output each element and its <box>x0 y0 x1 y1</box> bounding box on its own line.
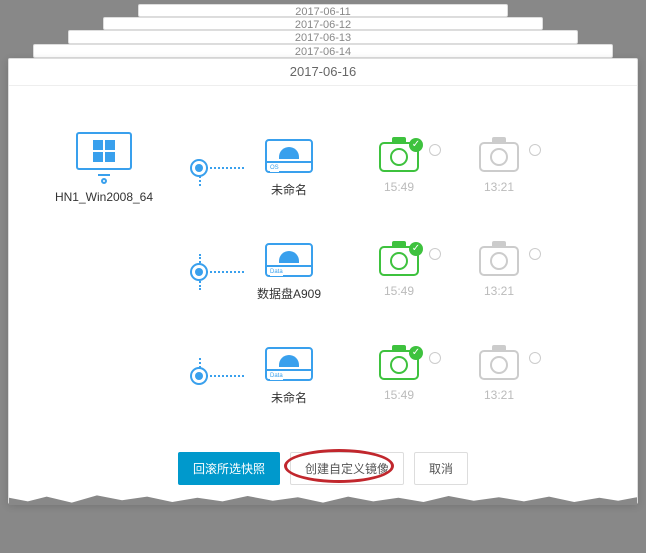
disk-row: Data 未命名 ✓ 15:49 13:21 <box>39 324 607 428</box>
stacked-date-card[interactable]: 2017-06-13 <box>68 30 578 44</box>
disk-icon: Data <box>265 243 313 277</box>
snapshot-radio[interactable] <box>529 352 541 364</box>
stacked-date-card[interactable]: 2017-06-11 <box>138 4 508 17</box>
disk-name-label: 未命名 <box>229 181 349 198</box>
snapshot-time-label: 13:21 <box>449 284 549 298</box>
create-image-button[interactable]: 创建自定义镜像 <box>290 452 404 485</box>
main-date-label: 2017-06-16 <box>9 59 637 86</box>
stacked-date-card[interactable]: 2017-06-12 <box>103 17 543 30</box>
snapshot-radio[interactable] <box>429 248 441 260</box>
stacked-date-label: 2017-06-13 <box>295 32 351 44</box>
stacked-date-label: 2017-06-14 <box>295 46 351 58</box>
snapshot-camera-icon[interactable] <box>479 142 519 172</box>
connector-horizontal-line <box>206 375 244 377</box>
rollback-button[interactable]: 回滚所选快照 <box>178 452 280 485</box>
monitor-stand-icon <box>98 174 110 176</box>
monitor-base-icon <box>101 178 107 184</box>
disk-row: HN1_Win2008_64 OS 未命名 ✓ 15:49 <box>39 116 607 220</box>
disk-tag-label: Data <box>270 269 283 276</box>
connector-horizontal-line <box>206 167 244 169</box>
disk-row: Data 数据盘A909 ✓ 15:49 13:21 <box>39 220 607 324</box>
node-dot-icon <box>190 263 208 281</box>
disk-icon: Data <box>265 347 313 381</box>
snapshot-camera-icon[interactable] <box>479 246 519 276</box>
connector-horizontal-line <box>206 271 244 273</box>
snapshot-radio[interactable] <box>529 144 541 156</box>
disk-icon: OS <box>265 139 313 173</box>
snapshot-time-label: 15:49 <box>349 180 449 194</box>
disk-tag-label: OS <box>270 165 279 172</box>
snapshot-radio[interactable] <box>529 248 541 260</box>
node-dot-icon <box>190 367 208 385</box>
disk-name-label: 数据盘A909 <box>229 285 349 302</box>
stacked-date-card[interactable]: 2017-06-14 <box>33 44 613 58</box>
snapshot-camera-icon[interactable]: ✓ <box>379 246 419 276</box>
snapshot-radio[interactable] <box>429 352 441 364</box>
snapshot-camera-icon[interactable]: ✓ <box>379 142 419 172</box>
stacked-date-label: 2017-06-11 <box>295 6 350 18</box>
disk-tag-label: Data <box>270 373 283 380</box>
dialog-footer: 回滚所选快照 创建自定义镜像 取消 <box>9 438 637 503</box>
snapshot-radio[interactable] <box>429 144 441 156</box>
cancel-button[interactable]: 取消 <box>414 452 468 485</box>
snapshot-camera-icon[interactable] <box>479 350 519 380</box>
snapshot-camera-icon[interactable]: ✓ <box>379 350 419 380</box>
disk-name-label: 未命名 <box>229 389 349 406</box>
check-badge-icon: ✓ <box>409 346 423 360</box>
node-dot-icon <box>190 159 208 177</box>
check-badge-icon: ✓ <box>409 138 423 152</box>
snapshot-time-label: 15:49 <box>349 284 449 298</box>
check-badge-icon: ✓ <box>409 242 423 256</box>
windows-logo-icon <box>93 140 115 162</box>
stacked-date-label: 2017-06-12 <box>295 19 351 31</box>
instance-name-label: HN1_Win2008_64 <box>39 190 169 204</box>
snapshot-detail-card: 2017-06-16 HN1_Win2008_64 OS 未命名 <box>8 58 638 504</box>
snapshot-time-label: 13:21 <box>449 180 549 194</box>
snapshot-time-label: 13:21 <box>449 388 549 402</box>
snapshot-content: HN1_Win2008_64 OS 未命名 ✓ 15:49 <box>9 86 637 438</box>
snapshot-time-label: 15:49 <box>349 388 449 402</box>
instance-monitor-icon <box>76 132 132 170</box>
